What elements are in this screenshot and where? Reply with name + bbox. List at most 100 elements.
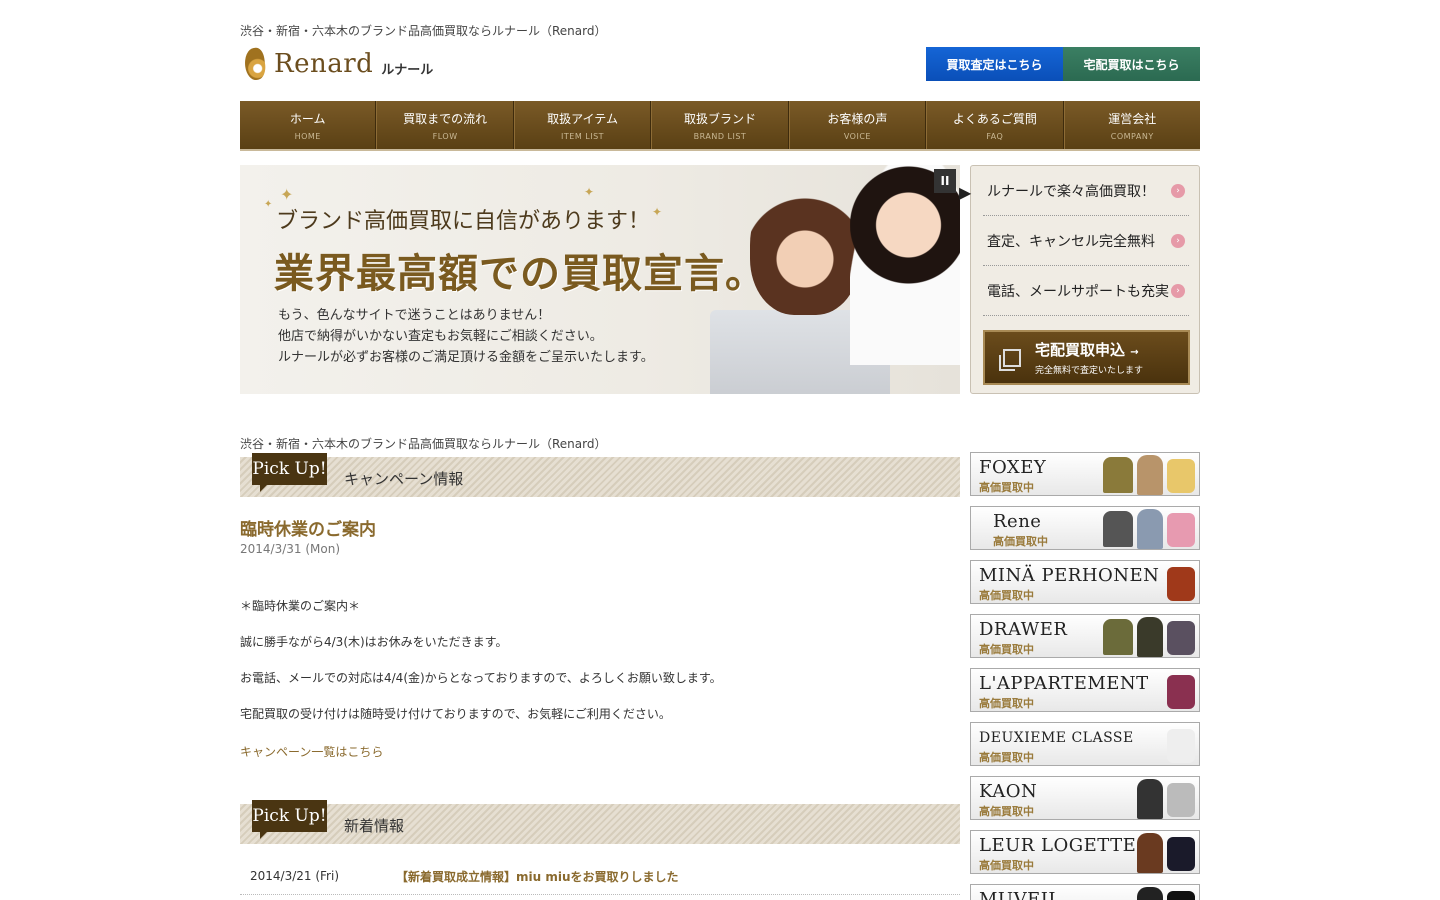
cta-subtitle: 完全無料で査定いたします [1035,366,1144,376]
slide-tab-label: 電話、メールサポートも充実 [987,283,1169,300]
brand-banner-kaon[interactable]: KAON 高価買取中 [970,776,1200,820]
nav-item-item-list[interactable]: 取扱アイテム ITEM LIST [513,101,652,149]
sweater-image [1167,621,1195,655]
flame-logo-icon [240,46,270,82]
woman-image [750,175,860,315]
woman-image [850,165,960,365]
global-nav: ホーム HOME 買取までの流れ FLOW 取扱アイテム ITEM LIST 取扱ブラ… [240,101,1200,151]
slide-tab-label: ルナールで楽々高価買取！ [987,183,1155,200]
nav-label: 買取までの流れ [403,111,488,126]
campaign-list-link[interactable]: キャンペーン一覧はこちら [240,743,383,760]
pickup-badge: Pick Up! [252,800,327,839]
hero-subtitle: ブランド高価買取に自信があります！ [276,209,651,234]
brand-subtitle: 高価買取中 [979,859,1034,872]
chevron-right-icon: › [1171,283,1185,298]
hero-side-menu: ▶ ルナールで楽々高価買取！ › 査定、キャンセル完全無料 › 電話、メールサポート… [959,165,1200,394]
news-link[interactable]: 【新着買取成立情報】miu miuをお買取りしました [396,868,679,885]
header-buttons: 買取査定はこちら 宅配買取はこちら [926,47,1200,81]
cta-text: 宅配買取申込 → 完全無料で査定いたします [1035,339,1143,376]
nav-sublabel: ITEM LIST [561,131,605,141]
brand-banner-deuxieme-classe[interactable]: DEUXIEME CLASSE 高価買取中 [970,722,1200,766]
brand-subtitle: 高価買取中 [979,481,1034,494]
pause-icon[interactable]: II [934,169,956,193]
chevron-right-icon: › [1171,183,1185,198]
nav-sublabel: HOME [294,131,321,141]
pickup-badge: Pick Up! [252,453,327,492]
brand-banner-lappartement[interactable]: L'APPARTEMENT 高価買取中 [970,668,1200,712]
shirt-image [1167,675,1195,709]
nav-sublabel: BRAND LIST [693,131,747,141]
logo-text: Renard [274,49,374,79]
post-paragraph: ＊臨時休業のご案内＊ [240,599,361,613]
brand-name: DEUXIEME CLASSE [979,730,1134,746]
hero-body-line: 他店で納得がいかない査定もお気軽にご相談ください。 [278,329,603,344]
news-row: 2014/3/21 (Fri) 【新着買取成立情報】miu miuをお買取りしま… [240,858,960,895]
brand-banner-rene[interactable]: Rene 高価買取中 [970,506,1200,550]
slide-tab-1[interactable]: ルナールで楽々高価買取！ › [983,166,1189,216]
slide-tab-3[interactable]: 電話、メールサポートも充実 › [983,266,1189,316]
news-date: 2014/3/21 (Fri) [250,869,340,883]
jacket-image [1137,617,1163,657]
site-logo[interactable]: Renard ルナール [240,44,433,84]
brand-subtitle: 高価買取中 [993,535,1048,548]
hero-body-line: ルナールが必ずお客様のご満足頂ける金額をご呈示いたします。 [278,350,654,365]
skirt-image [1103,619,1133,655]
brand-subtitle: 高価買取中 [979,805,1034,818]
brand-subtitle: 高価買取中 [979,589,1034,602]
assessment-button[interactable]: 買取査定はこちら [926,47,1063,81]
sparkle-icon: ✦ [264,199,273,210]
delivery-apply-button[interactable]: 宅配買取申込 → 完全無料で査定いたします [983,330,1190,385]
news-section-header: Pick Up! 新着情報 [240,800,960,844]
campaign-section-header: Pick Up! キャンペーン情報 [240,453,960,497]
slide-tab-label: 査定、キャンセル完全無料 [987,233,1155,250]
copy-icon [999,348,1021,371]
header-tagline: 渋谷・新宿・六本木のブランド品高価買取ならルナール（Renard） [240,24,607,38]
nav-label: お客様の声 [827,111,888,126]
nav-item-brand-list[interactable]: 取扱ブランド BRAND LIST [651,101,789,149]
sparkle-icon: ✦ [280,185,294,204]
post-paragraph: お電話、メールでの対応は4/4(金)からとなっておりますので、よろしくお願い致し… [240,671,722,685]
dress-image [1167,837,1195,871]
brand-banner-muveil[interactable]: MUVEIL [970,884,1200,900]
nav-item-company[interactable]: 運営会社 COMPANY [1063,101,1200,149]
brand-banner-leur-logette[interactable]: LEUR LOGETTE 高価買取中 [970,830,1200,874]
nav-label: ホーム [289,111,326,126]
brand-name: LEUR LOGETTE [979,835,1137,856]
brand-subtitle: 高価買取中 [979,751,1034,764]
brand-banner-drawer[interactable]: DRAWER 高価買取中 [970,614,1200,658]
coat-image [1167,783,1195,817]
brand-name: DRAWER [979,619,1068,640]
post-paragraph: 宅配買取の受け付けは随時受け付けておりますので、お気軽にご利用ください。 [240,707,671,721]
nav-item-flow[interactable]: 買取までの流れ FLOW [376,101,514,149]
brand-banner-foxey[interactable]: FOXEY 高価買取中 [970,452,1200,496]
chevron-right-icon: › [1171,233,1185,248]
brand-name: KAON [979,781,1038,802]
dress-image [1137,509,1163,549]
brand-name: MINÄ PERHONEN [979,565,1160,586]
brand-name: Rene [993,511,1042,532]
current-slide-arrow-icon: ▶ [959,183,972,202]
nav-label: よくあるご質問 [952,111,1037,126]
delivery-purchase-button[interactable]: 宅配買取はこちら [1063,47,1200,81]
nav-item-voice[interactable]: お客様の声 VOICE [788,101,927,149]
bag-image [1103,511,1133,547]
campaign-post-date: 2014/3/31 (Mon) [240,542,341,556]
hero-body: もう、色んなサイトで迷うことはありません！ 他店で納得がいかない査定もお気軽にご… [278,305,654,368]
sparkle-icon: ✦ [652,205,663,219]
brand-name: MUVEIL [979,889,1061,900]
section-title: キャンペーン情報 [344,470,464,488]
brand-banner-mina-perhonen[interactable]: MINÄ PERHONEN 高価買取中 [970,560,1200,604]
slide-tab-2[interactable]: 査定、キャンセル完全無料 › [983,216,1189,266]
dress-image [1167,513,1195,547]
scarf-image [1167,459,1195,493]
brand-name: L'APPARTEMENT [979,673,1149,694]
nav-label: 取扱ブランド [683,111,756,126]
sparkle-icon: ✦ [584,185,595,199]
nav-item-faq[interactable]: よくあるご質問 FAQ [926,101,1064,149]
nav-item-home[interactable]: ホーム HOME [240,101,377,149]
campaign-post-title[interactable]: 臨時休業のご案内 [240,515,376,540]
sweater-image [1137,887,1163,900]
hero-slider[interactable]: ✦ ✦ ✦ ✦ ブランド高価買取に自信があります！ 業界最高額での買取宣言。 も… [240,165,960,394]
sweater-image [1167,891,1195,900]
nav-sublabel: FAQ [986,131,1004,141]
